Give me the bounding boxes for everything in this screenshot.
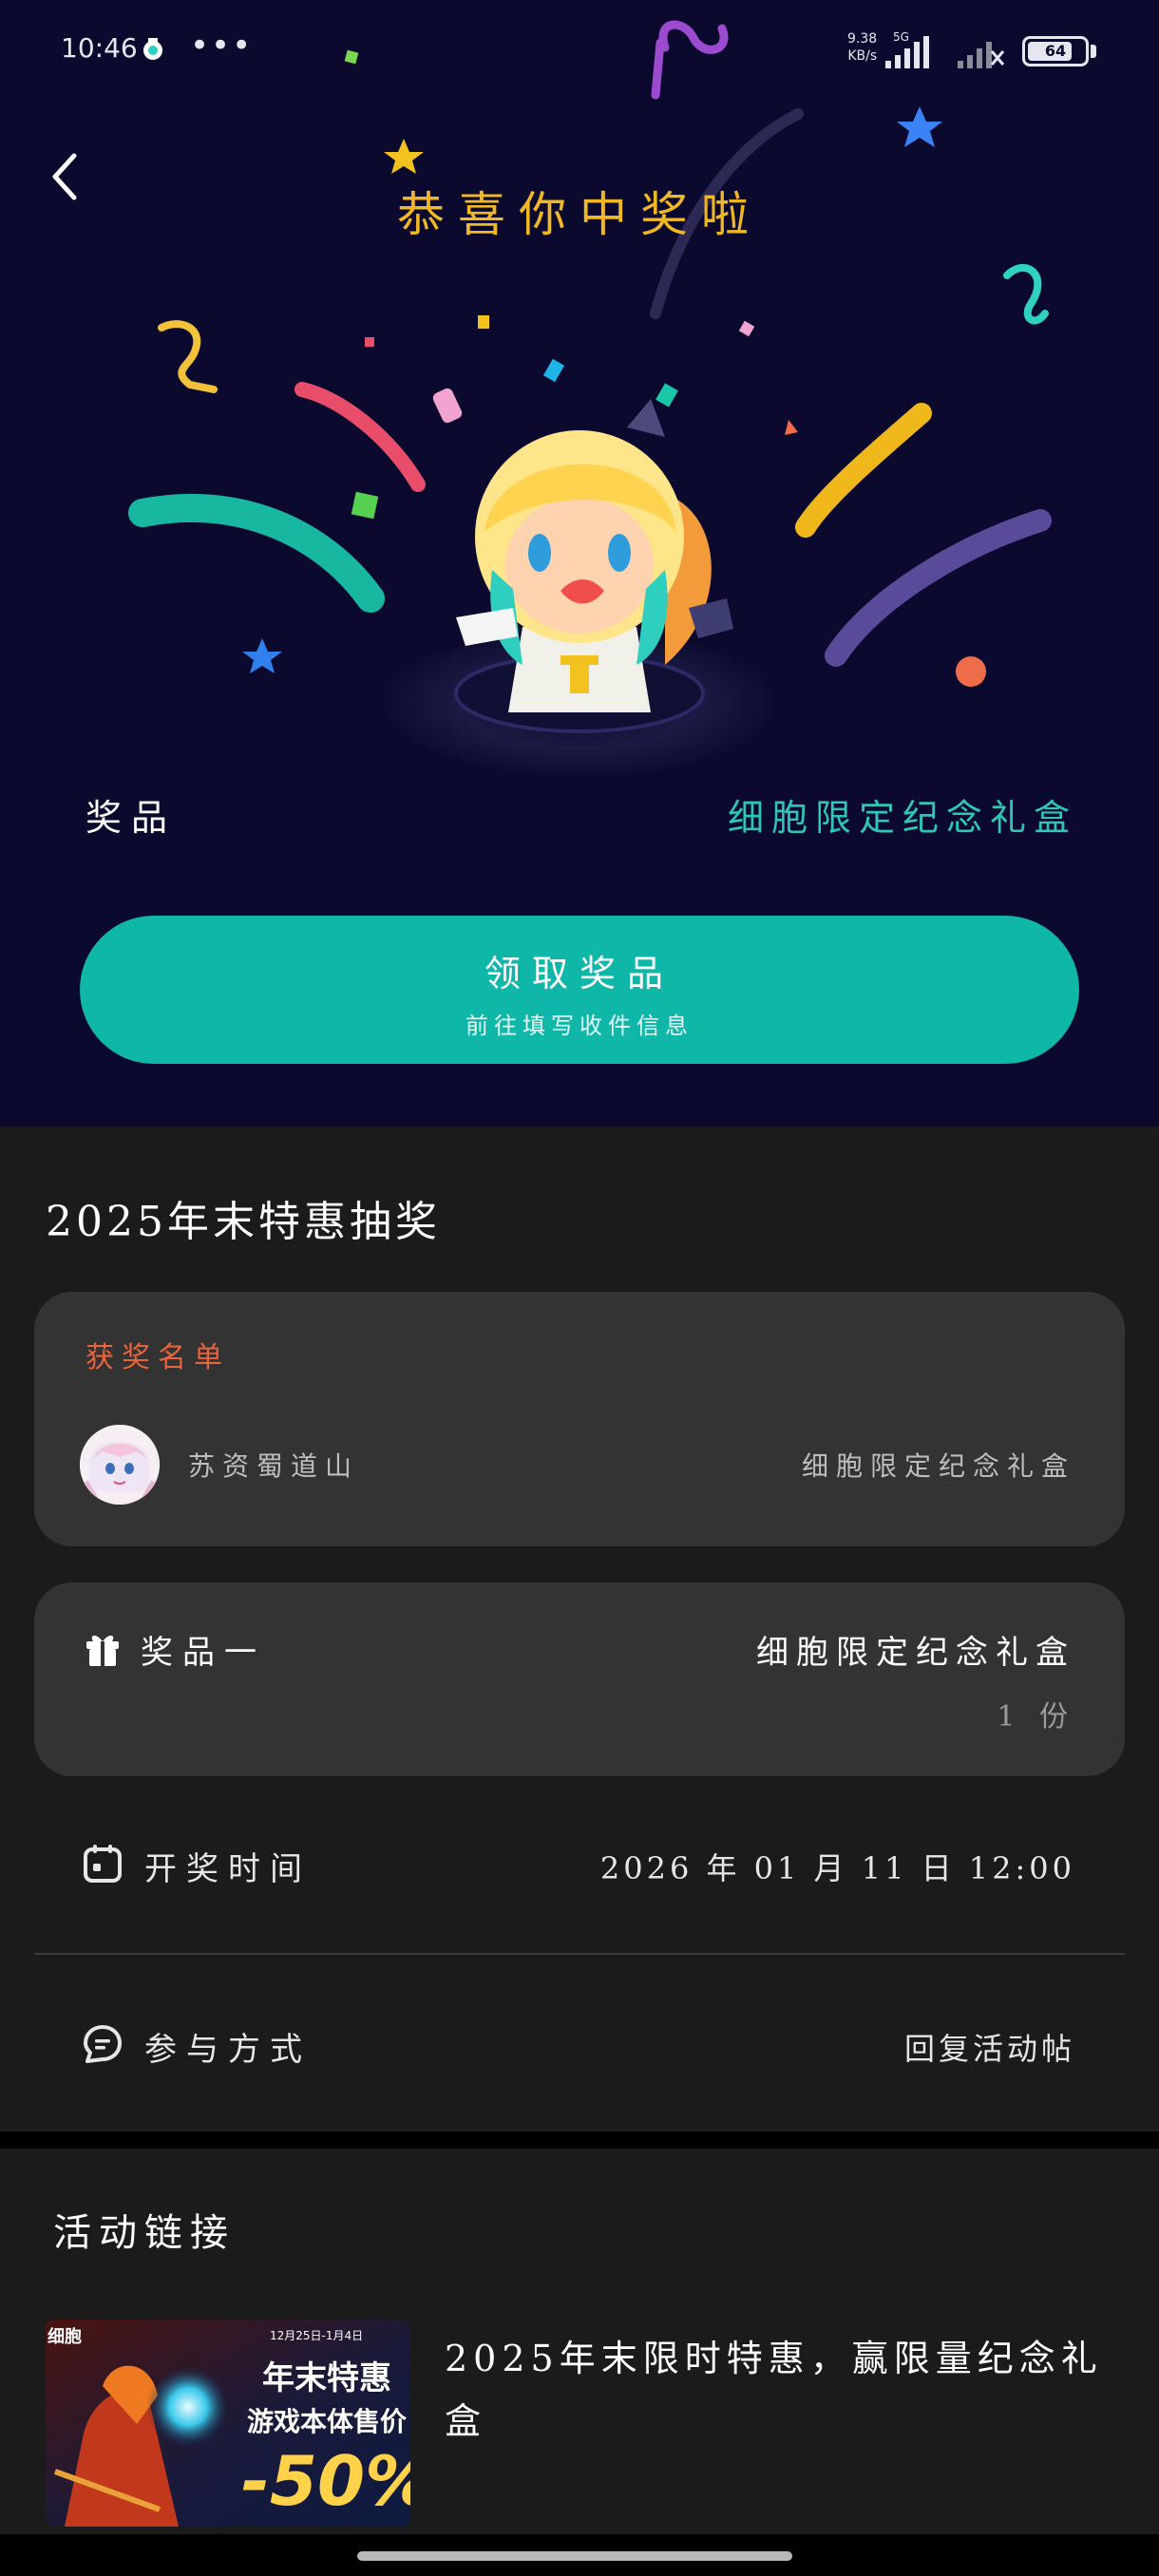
battery-cap: [1091, 45, 1096, 58]
network-speed: 9.38 KB/s: [847, 30, 877, 65]
thumbnail-logo: 细胞: [48, 2327, 82, 2347]
hero-banner: 10:46 ••• 9.38 KB/s 5G 64 恭喜你中奖啦 奖品 细胞限定…: [0, 0, 1159, 1127]
prize-one-value: 细胞限定纪念礼盒: [756, 1634, 1075, 1672]
prize-card: 奖品一 细胞限定纪念礼盒 1 份: [34, 1582, 1125, 1776]
draw-time-value: 2026 年 01 月 11 日 12:00: [599, 1850, 1075, 1886]
participation-row[interactable]: 参与方式 回复活动帖: [34, 1991, 1125, 2095]
battery-level: 64: [1044, 42, 1067, 60]
prize-one-label: 奖品一: [141, 1634, 266, 1672]
avatar[interactable]: [80, 1425, 160, 1505]
more-notifications-icon: •••: [190, 27, 254, 65]
prize-value: 细胞限定纪念礼盒: [727, 797, 1077, 839]
claim-button-title: 领取奖品: [484, 953, 674, 994]
prize-one-count: 1 份: [997, 1700, 1075, 1733]
signal-strength-icon: [885, 36, 929, 68]
claim-button-subtitle: 前往填写收件信息: [466, 1013, 694, 1039]
divider: [34, 1953, 1125, 1955]
speed-value: 9.38: [847, 31, 878, 47]
activity-link-card[interactable]: 细胞 12月25日-1月4日 年末特惠 游戏本体售价 -50% 2025年末限时…: [46, 2320, 1119, 2529]
participation-label: 参与方式: [144, 2031, 312, 2069]
chat-bubble-icon: [84, 2025, 122, 2063]
section-divider: [0, 2131, 1159, 2149]
speed-unit: KB/s: [847, 48, 878, 64]
participation-value: 回复活动帖: [903, 2031, 1075, 2067]
activity-thumbnail: 细胞 12月25日-1月4日 年末特惠 游戏本体售价 -50%: [46, 2320, 410, 2527]
home-indicator[interactable]: [357, 2551, 792, 2561]
winners-title: 获奖名单: [86, 1341, 230, 1374]
claim-prize-button[interactable]: 领取奖品 前往填写收件信息: [80, 916, 1079, 1064]
links-title: 活动链接: [53, 2211, 236, 2255]
winner-prize: 细胞限定纪念礼盒: [801, 1450, 1075, 1482]
prize-label: 奖品: [86, 797, 178, 839]
thumbnail-subheadline: 游戏本体售价: [247, 2406, 408, 2437]
draw-time-label: 开奖时间: [144, 1850, 312, 1888]
status-bar: 10:46 ••• 9.38 KB/s 5G 64: [0, 0, 1159, 104]
app-notification-icon: [143, 38, 162, 60]
draw-time-row: 开奖时间 2026 年 01 月 11 日 12:00: [34, 1810, 1125, 1915]
winner-name: 苏资蜀道山: [188, 1450, 360, 1482]
calendar-icon: [84, 1845, 122, 1883]
thumbnail-date: 12月25日-1月4日: [270, 2329, 364, 2342]
winners-card: 获奖名单 苏资蜀道山 细胞限定纪念礼盒: [34, 1292, 1125, 1546]
congrats-title: 恭喜你中奖啦: [397, 187, 762, 242]
mascot-illustration: [380, 399, 779, 779]
avatar-image: [80, 1425, 160, 1505]
thumbnail-discount: -50%: [241, 2441, 410, 2521]
battery-icon: 64: [1022, 36, 1089, 66]
status-time: 10:46: [61, 32, 138, 64]
event-title: 2025年末特惠抽奖: [46, 1198, 441, 1246]
signal-strength-secondary-icon: [958, 42, 1005, 68]
gift-icon: [86, 1635, 119, 1666]
activity-link-text: 2025年末限时特惠，赢限量纪念礼盒: [445, 2338, 1103, 2442]
thumbnail-headline: 年末特惠: [262, 2359, 391, 2397]
